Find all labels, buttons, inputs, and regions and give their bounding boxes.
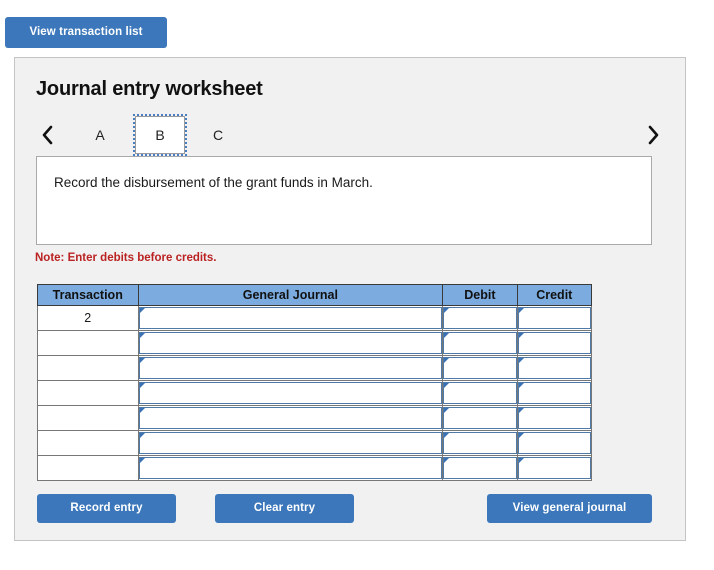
view-transaction-list-button[interactable]: View transaction list <box>5 17 167 48</box>
debit-input-cell <box>442 355 518 381</box>
record-entry-button[interactable]: Record entry <box>37 494 176 523</box>
journal-entry-worksheet-panel: Journal entry worksheet A B C Record the… <box>14 57 686 541</box>
debit-input-cell <box>442 430 518 456</box>
debit-input[interactable] <box>443 457 517 479</box>
general-journal-input-cell <box>137 330 444 356</box>
page-title: Journal entry worksheet <box>36 78 263 100</box>
table-body: 2 <box>37 305 593 481</box>
debit-input-cell <box>442 455 518 481</box>
table-row <box>37 455 593 481</box>
general-journal-input[interactable] <box>138 432 443 454</box>
general-journal-input[interactable] <box>138 357 443 379</box>
debits-before-credits-note: Note: Enter debits before credits. <box>35 252 217 264</box>
transaction-number-cell: 2 <box>37 305 139 331</box>
credit-input-cell <box>516 455 593 481</box>
transaction-number-cell <box>37 405 139 431</box>
tab-strip: A B C <box>35 114 666 156</box>
tab-b-label: B <box>155 127 165 143</box>
column-header-debit: Debit <box>442 284 518 306</box>
table-row: 2 <box>37 305 593 331</box>
instruction-box: Record the disbursement of the grant fun… <box>36 156 652 245</box>
table-row <box>37 405 593 431</box>
tab-a[interactable]: A <box>82 116 118 154</box>
transaction-number-cell <box>37 380 139 406</box>
transaction-number-cell <box>37 455 139 481</box>
general-journal-input-cell <box>137 305 444 331</box>
debit-input-cell <box>442 330 518 356</box>
credit-input[interactable] <box>517 407 591 429</box>
credit-input[interactable] <box>517 357 591 379</box>
general-journal-input[interactable] <box>138 307 443 329</box>
debit-input[interactable] <box>443 307 517 329</box>
credit-input[interactable] <box>517 307 591 329</box>
general-journal-input-cell <box>137 430 444 456</box>
debit-input[interactable] <box>443 432 517 454</box>
debit-input-cell <box>442 380 518 406</box>
general-journal-input[interactable] <box>138 407 443 429</box>
tab-c[interactable]: C <box>201 116 235 154</box>
credit-input-cell <box>516 405 593 431</box>
transaction-number-cell <box>37 355 139 381</box>
column-header-credit: Credit <box>516 284 593 306</box>
debit-input-cell <box>442 305 518 331</box>
debit-input-cell <box>442 405 518 431</box>
tab-a-label: A <box>95 127 105 143</box>
credit-input[interactable] <box>517 382 591 404</box>
credit-input-cell <box>516 355 593 381</box>
tab-b[interactable]: B <box>133 114 187 156</box>
column-header-general-journal: General Journal <box>137 284 444 306</box>
credit-input[interactable] <box>517 457 591 479</box>
column-header-transaction: Transaction <box>37 284 139 306</box>
debit-input[interactable] <box>443 332 517 354</box>
credit-input-cell <box>516 380 593 406</box>
credit-input[interactable] <box>517 432 591 454</box>
journal-entry-table: Transaction General Journal Debit Credit… <box>37 284 593 481</box>
general-journal-input[interactable] <box>138 332 443 354</box>
general-journal-input-cell <box>137 405 444 431</box>
general-journal-input[interactable] <box>138 457 443 479</box>
table-row <box>37 430 593 456</box>
chevron-left-icon[interactable] <box>35 116 61 154</box>
general-journal-input[interactable] <box>138 382 443 404</box>
transaction-number-cell <box>37 330 139 356</box>
credit-input-cell <box>516 330 593 356</box>
general-journal-input-cell <box>137 380 444 406</box>
debit-input[interactable] <box>443 382 517 404</box>
general-journal-input-cell <box>137 355 444 381</box>
debit-input[interactable] <box>443 407 517 429</box>
table-row <box>37 330 593 356</box>
table-header-row: Transaction General Journal Debit Credit <box>37 284 593 306</box>
credit-input[interactable] <box>517 332 591 354</box>
debit-input[interactable] <box>443 357 517 379</box>
table-row <box>37 355 593 381</box>
transaction-number-cell <box>37 430 139 456</box>
instruction-text: Record the disbursement of the grant fun… <box>54 175 373 190</box>
table-row <box>37 380 593 406</box>
tab-c-label: C <box>212 127 224 143</box>
clear-entry-button[interactable]: Clear entry <box>215 494 354 523</box>
chevron-right-icon[interactable] <box>640 116 666 154</box>
view-general-journal-button[interactable]: View general journal <box>487 494 652 523</box>
general-journal-input-cell <box>137 455 444 481</box>
credit-input-cell <box>516 430 593 456</box>
credit-input-cell <box>516 305 593 331</box>
